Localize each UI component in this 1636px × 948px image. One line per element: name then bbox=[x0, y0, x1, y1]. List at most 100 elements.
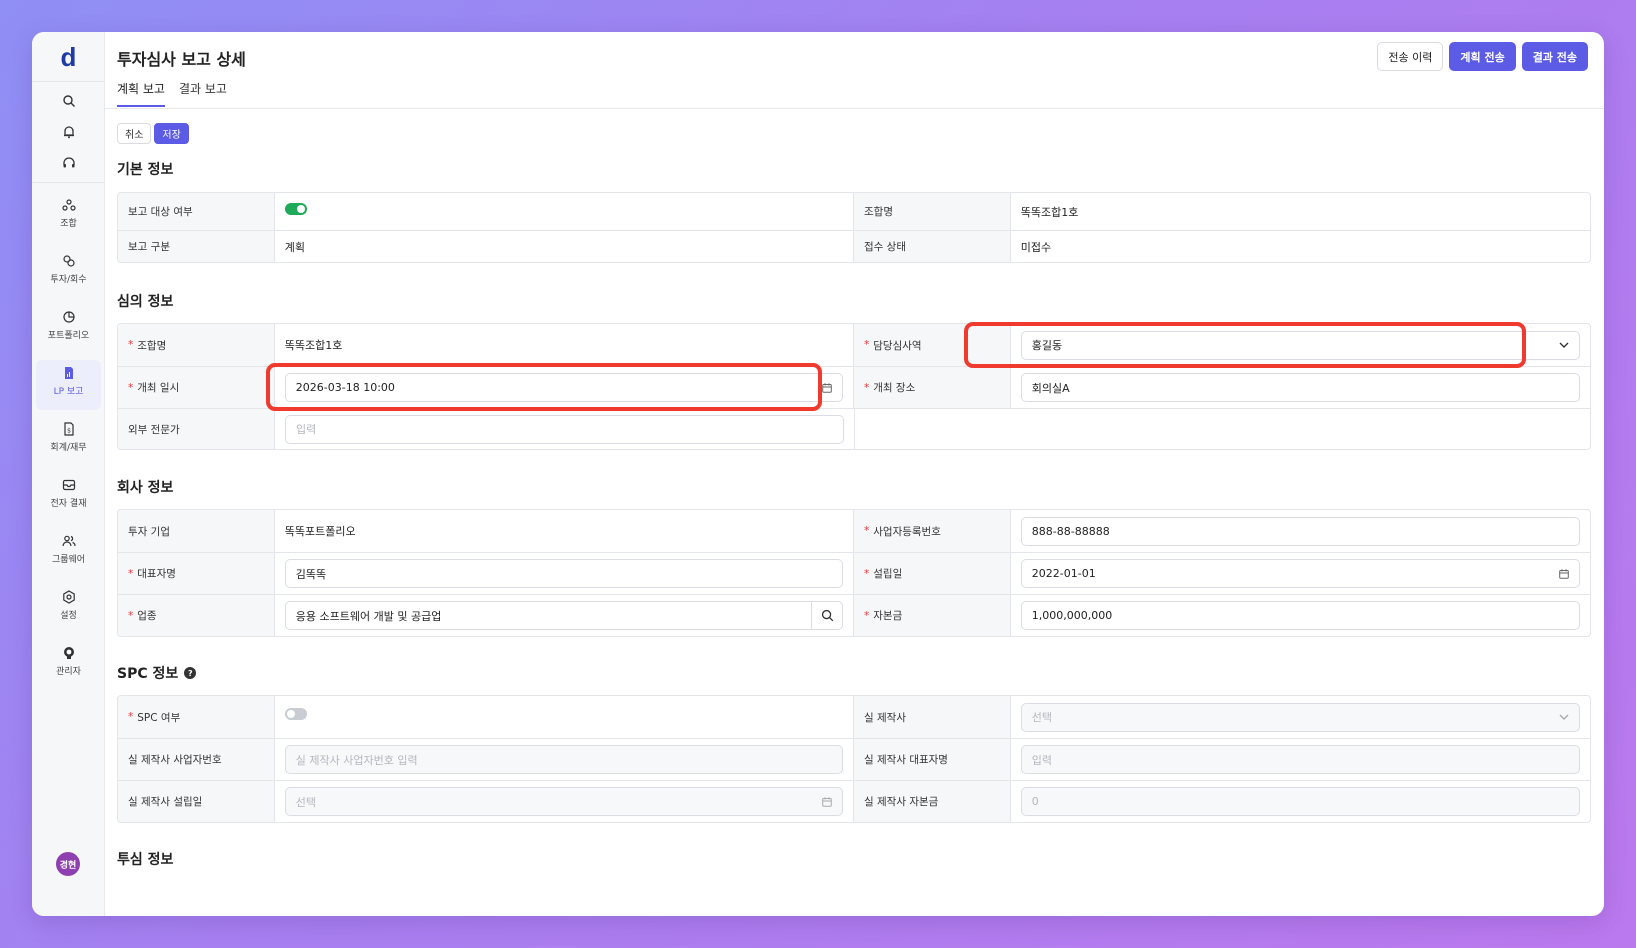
table-row: 외부 전문가 입력 bbox=[118, 408, 1590, 449]
section-title-review: 심의 정보 bbox=[117, 294, 174, 310]
field-value: 실 제작사 사업자번호 입력 bbox=[275, 739, 854, 780]
field-value: 미접수 bbox=[1020, 240, 1052, 254]
field-value: 0 bbox=[1011, 781, 1590, 822]
external-expert-input[interactable]: 입력 bbox=[285, 414, 844, 444]
maker-capital-input[interactable]: 0 bbox=[1020, 787, 1580, 816]
field-label: * 대표자명 bbox=[118, 553, 275, 594]
field-value: 2026-03-18 10:00 bbox=[275, 367, 854, 408]
ceo-input[interactable]: 김똑똑 bbox=[284, 559, 843, 588]
field-value: 선택 bbox=[275, 781, 854, 822]
report-icon bbox=[64, 367, 73, 379]
field-value: 똑똑포트폴리오 bbox=[275, 510, 854, 552]
industry-input[interactable]: 응용 소프트웨어 개발 및 공급업 bbox=[284, 601, 843, 630]
sidebar-item-settings[interactable]: 설정 bbox=[36, 584, 101, 634]
send-plan-button[interactable]: 계획 전송 bbox=[1449, 42, 1516, 71]
field-value bbox=[275, 696, 854, 738]
field-value: 888-88-88888 bbox=[1011, 510, 1590, 552]
cancel-button[interactable]: 취소 bbox=[117, 123, 152, 144]
field-label: 보고 대상 여부 bbox=[118, 193, 275, 230]
app-window: d 조합 투자/회수 포트폴리오 LP 보고 $ 회계/재무 전자 결재 그룹웨… bbox=[32, 32, 1604, 916]
field-value: 회의실A bbox=[1011, 367, 1590, 408]
biz-no-input[interactable]: 888-88-88888 bbox=[1020, 516, 1580, 546]
field-label: * 담당심사역 bbox=[854, 324, 1011, 366]
sidebar-item-label: LP 보고 bbox=[53, 387, 84, 397]
section-title-invest-review: 투심 정보 bbox=[117, 852, 174, 868]
sidebar-item-approval[interactable]: 전자 결재 bbox=[36, 472, 101, 522]
sidebar-item-portfolio[interactable]: 포트폴리오 bbox=[36, 304, 101, 354]
maker-ceo-input[interactable]: 입력 bbox=[1020, 745, 1580, 774]
sidebar-item-accounting[interactable]: $ 회계/재무 bbox=[36, 416, 101, 466]
reviewer-select[interactable]: 홍길동 bbox=[1020, 330, 1580, 360]
tab-plan-report[interactable]: 계획 보고 bbox=[117, 80, 165, 107]
tab-bar: 계획 보고 결과 보고 bbox=[117, 80, 227, 107]
sidebar-item-invest[interactable]: 투자/회수 bbox=[36, 248, 101, 298]
industry-search-button[interactable] bbox=[811, 602, 842, 629]
founded-date-input[interactable]: 2022-01-01 bbox=[1020, 559, 1580, 588]
edit-actions: 취소 저장 bbox=[117, 123, 189, 144]
section-title-spc: SPC 정보 ? bbox=[117, 663, 197, 683]
tab-result-report[interactable]: 결과 보고 bbox=[179, 80, 227, 107]
field-value: 똑똑조합1호 bbox=[1020, 205, 1079, 219]
field-value: 1,000,000,000 bbox=[1011, 595, 1590, 636]
field-label: 실 제작사 사업자번호 bbox=[118, 739, 275, 780]
table-row: * 대표자명 김똑똑 * 설립일 2022-01-01 bbox=[118, 552, 1590, 594]
meeting-datetime-input[interactable]: 2026-03-18 10:00 bbox=[284, 373, 843, 402]
field-value: 입력 bbox=[275, 409, 855, 449]
sidebar-item-label: 포트폴리오 bbox=[47, 331, 90, 341]
search-icon bbox=[821, 609, 833, 622]
bell-icon[interactable] bbox=[59, 122, 79, 142]
sidebar-item-lp-report[interactable]: LP 보고 bbox=[36, 360, 101, 410]
field-value: 김똑똑 bbox=[275, 553, 854, 594]
sidebar-item-label: 회계/재무 bbox=[50, 443, 87, 453]
send-history-button[interactable]: 전송 이력 bbox=[1377, 42, 1444, 71]
sidebar-item-label: 관리자 bbox=[56, 667, 81, 677]
field-label: 외부 전문가 bbox=[118, 409, 275, 449]
gear-icon bbox=[62, 590, 75, 604]
field-value: 똑똑조합1호 bbox=[275, 324, 854, 366]
table-row: 투자 기업 똑똑포트폴리오 * 사업자등록번호 888-88-88888 bbox=[118, 510, 1590, 552]
spc-info-table: * SPC 여부 실 제작사 선택 실 제작사 사업자번호 실 제작사 사업자번호… bbox=[117, 695, 1591, 823]
sidebar-item-admin[interactable]: 관리자 bbox=[36, 640, 101, 690]
field-label: * 업종 bbox=[118, 595, 275, 636]
field-label: * 설립일 bbox=[854, 553, 1011, 594]
avatar[interactable]: 경현 bbox=[56, 852, 80, 876]
send-result-button[interactable]: 결과 전송 bbox=[1521, 42, 1588, 71]
ledger-icon: $ bbox=[63, 422, 74, 436]
sidebar-divider bbox=[32, 81, 105, 82]
meeting-place-input[interactable]: 회의실A bbox=[1020, 373, 1580, 402]
empty-cell bbox=[855, 409, 1590, 449]
field-label: * 자본금 bbox=[854, 595, 1011, 636]
calendar-icon[interactable] bbox=[1559, 568, 1569, 579]
sidebar-item-label: 설정 bbox=[60, 611, 77, 621]
field-label: * 개최 일시 bbox=[118, 367, 275, 408]
calendar-icon[interactable] bbox=[822, 796, 832, 807]
sidebar-item-union[interactable]: 조합 bbox=[36, 192, 101, 242]
field-label: 실 제작사 대표자명 bbox=[854, 739, 1011, 780]
field-label: * 개최 장소 bbox=[854, 367, 1011, 408]
svg-text:$: $ bbox=[67, 428, 71, 435]
field-label: 실 제작사 자본금 bbox=[854, 781, 1011, 822]
admin-icon bbox=[63, 647, 74, 659]
help-icon[interactable]: ? bbox=[184, 667, 197, 679]
approval-icon bbox=[62, 479, 75, 491]
sidebar-item-groupware[interactable]: 그룹웨어 bbox=[36, 528, 101, 578]
app-logo[interactable]: d bbox=[32, 42, 105, 73]
save-button[interactable]: 저장 bbox=[154, 123, 189, 144]
headset-icon[interactable] bbox=[59, 153, 79, 173]
invest-icon bbox=[62, 255, 75, 267]
field-label: * 사업자등록번호 bbox=[854, 510, 1011, 552]
capital-input[interactable]: 1,000,000,000 bbox=[1020, 601, 1580, 630]
table-row: * SPC 여부 실 제작사 선택 bbox=[118, 696, 1590, 738]
header-actions: 전송 이력 계획 전송 결과 전송 bbox=[1377, 42, 1588, 71]
maker-select[interactable]: 선택 bbox=[1020, 702, 1580, 732]
field-value: 계획 bbox=[275, 231, 854, 262]
maker-biz-no-input[interactable]: 실 제작사 사업자번호 입력 bbox=[284, 745, 843, 774]
table-row: 보고 대상 여부 조합명 똑똑조합1호 bbox=[118, 193, 1590, 230]
search-icon[interactable] bbox=[59, 91, 79, 111]
spc-toggle[interactable] bbox=[284, 708, 307, 720]
maker-founded-input[interactable]: 선택 bbox=[284, 787, 843, 816]
report-target-toggle[interactable] bbox=[284, 202, 307, 215]
table-row: * 업종 응용 소프트웨어 개발 및 공급업 * 자본금 1,000,000,000 bbox=[118, 594, 1590, 636]
field-label: 투자 기업 bbox=[118, 510, 275, 552]
calendar-icon[interactable] bbox=[822, 382, 832, 393]
